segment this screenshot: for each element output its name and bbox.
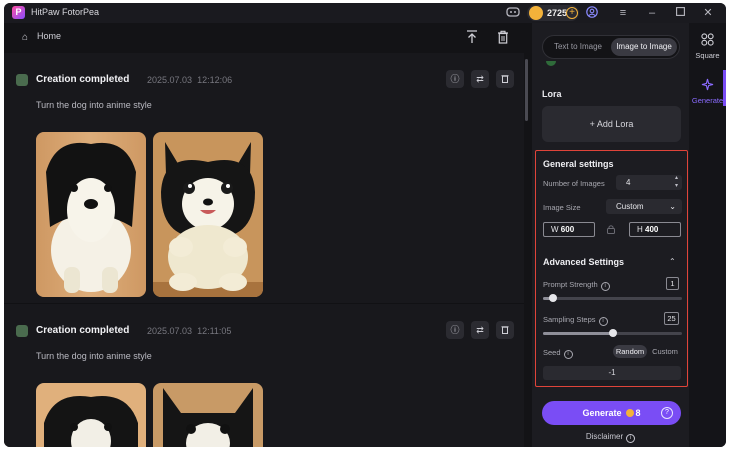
height-field[interactable]: H 400 [629, 222, 681, 237]
prompt-strength-value[interactable]: 1 [666, 277, 679, 290]
info-icon[interactable]: ⓘ [446, 321, 464, 339]
info-icon: i [626, 434, 636, 443]
card-title: Creation completed [36, 74, 130, 85]
app-title: HitPaw FotorPea [31, 7, 100, 17]
title-bar: P HitPaw FotorPea 2725 + ≡ – ✕ [4, 3, 726, 23]
image-size-label: Image Size [543, 203, 581, 212]
settings-highlight: General settings Number of Images 4 ▴ ▾ I… [535, 150, 688, 387]
prompt-strength-slider[interactable] [543, 294, 682, 302]
settings-panel: Text to Image Image to Image Lora + Add … [532, 23, 689, 447]
sparkle-icon [689, 78, 726, 94]
disclaimer-link[interactable]: Disclaimer i [532, 432, 689, 443]
generated-image[interactable] [153, 383, 263, 447]
prompt-strength-label: Prompt Strength i [543, 280, 610, 291]
right-rail: Square Generate [689, 23, 726, 447]
number-of-images-label: Number of Images [543, 179, 605, 188]
seed-label: Seed i [543, 348, 573, 359]
reference-image-thumb [546, 61, 556, 66]
general-settings-heading: General settings [543, 159, 614, 169]
card-prompt: Turn the dog into anime style [36, 351, 152, 361]
feed-scrollbar[interactable] [525, 59, 528, 121]
creation-card: Creation completed 2025.07.03 12:12:06 T… [4, 53, 524, 303]
card-timestamp: 2025.07.03 12:12:06 [147, 75, 233, 85]
info-icon[interactable]: i [600, 282, 610, 291]
regenerate-icon[interactable]: ⇄ [471, 321, 489, 339]
app-logo: P [12, 6, 25, 19]
sampling-steps-value[interactable]: 25 [664, 312, 679, 325]
coin-icon [529, 6, 543, 20]
width-field[interactable]: W 600 [543, 222, 595, 237]
sampling-steps-knob[interactable] [608, 329, 617, 337]
upload-icon[interactable] [465, 30, 479, 44]
generate-button[interactable]: Generate 8 ? [542, 401, 681, 425]
info-icon[interactable]: ⓘ [446, 70, 464, 88]
seed-custom-option[interactable]: Custom [648, 345, 682, 358]
app-window: P HitPaw FotorPea 2725 + ≡ – ✕ ⌂ Home Cr… [4, 3, 726, 447]
menu-icon[interactable]: ≡ [616, 6, 630, 20]
lock-aspect-icon[interactable] [606, 224, 616, 234]
home-icon: ⌂ [22, 32, 29, 43]
creation-card: Creation completed 2025.07.03 12:11:05 T… [4, 303, 524, 447]
stepper-arrows-icon[interactable]: ▴ ▾ [675, 174, 678, 190]
delete-icon[interactable] [496, 70, 514, 88]
collapse-chevron-icon[interactable]: ⌃ [669, 257, 676, 266]
card-title: Creation completed [36, 325, 130, 336]
mode-tabs: Text to Image Image to Image [542, 35, 680, 59]
avatar [16, 74, 28, 86]
trash-icon[interactable] [496, 30, 510, 44]
home-link[interactable]: ⌂ Home [22, 31, 62, 43]
coin-balance[interactable]: 2725 + [527, 5, 579, 21]
sampling-steps-slider[interactable] [543, 329, 682, 337]
minimize-icon[interactable]: – [645, 6, 659, 20]
coin-count: 2725 [547, 8, 568, 18]
discord-icon[interactable] [506, 6, 520, 20]
feed-toolbar: ⌂ Home [4, 23, 532, 53]
prompt-strength-knob[interactable] [548, 294, 557, 302]
generated-image[interactable] [153, 132, 263, 297]
grid-icon [689, 33, 726, 49]
generated-image[interactable] [36, 383, 146, 447]
generated-image[interactable] [36, 132, 146, 297]
image-size-select[interactable]: Custom ⌄ [606, 199, 682, 214]
add-lora-button[interactable]: + Add Lora [542, 106, 681, 142]
home-label: Home [37, 31, 62, 41]
advanced-settings-heading: Advanced Settings [543, 257, 625, 267]
close-icon[interactable]: ✕ [701, 6, 715, 20]
info-icon[interactable]: i [598, 317, 608, 326]
tab-image-to-image[interactable]: Image to Image [611, 38, 677, 56]
help-icon[interactable]: ? [661, 407, 673, 419]
delete-icon[interactable] [496, 321, 514, 339]
seed-value-field[interactable]: -1 [543, 366, 681, 380]
creation-feed[interactable]: Creation completed 2025.07.03 12:12:06 T… [4, 53, 524, 447]
seed-random-option[interactable]: Random [613, 345, 647, 358]
coin-icon [625, 409, 634, 417]
tab-text-to-image[interactable]: Text to Image [546, 38, 610, 56]
rail-item-generate[interactable]: Generate [689, 78, 726, 105]
chevron-down-icon: ⌄ [669, 202, 676, 211]
number-of-images-stepper[interactable]: 4 ▴ ▾ [616, 175, 682, 190]
regenerate-icon[interactable]: ⇄ [471, 70, 489, 88]
user-icon[interactable] [585, 6, 599, 20]
maximize-icon[interactable] [673, 6, 687, 20]
avatar [16, 325, 28, 337]
card-prompt: Turn the dog into anime style [36, 100, 152, 110]
rail-item-square[interactable]: Square [689, 33, 726, 60]
card-timestamp: 2025.07.03 12:11:05 [147, 326, 232, 336]
sampling-steps-label: Sampling Steps i [543, 315, 608, 326]
add-coins-icon[interactable]: + [566, 7, 578, 19]
lora-label: Lora [542, 89, 562, 99]
sampling-steps-fill [543, 332, 613, 335]
info-icon[interactable]: i [563, 350, 573, 359]
